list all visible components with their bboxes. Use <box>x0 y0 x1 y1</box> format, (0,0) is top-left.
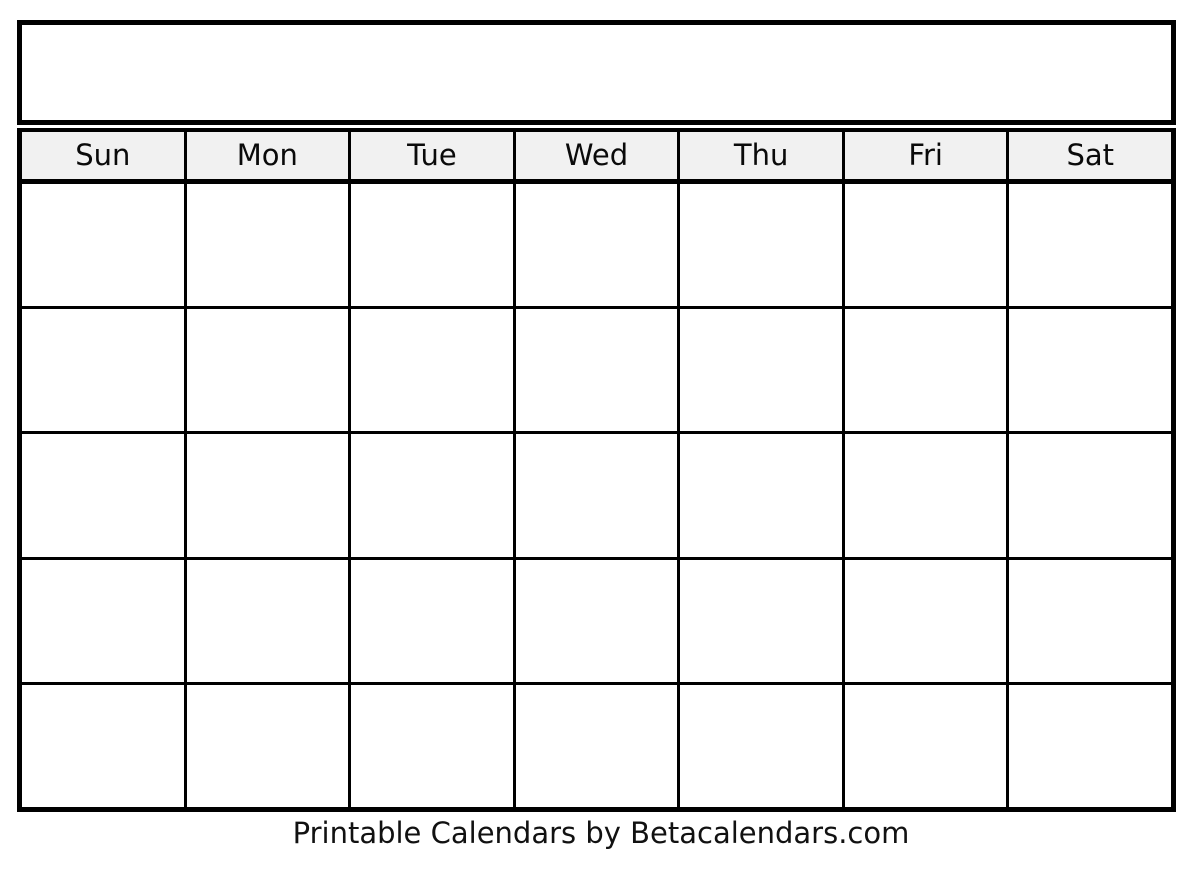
weekday-header-mon: Mon <box>186 132 352 179</box>
day-cell[interactable] <box>351 559 516 682</box>
day-cell[interactable] <box>1009 684 1172 808</box>
day-cell[interactable] <box>186 684 352 808</box>
day-cell[interactable] <box>680 434 845 557</box>
day-cell[interactable] <box>680 184 845 307</box>
week-row <box>22 684 1172 808</box>
day-cell[interactable] <box>844 434 1010 557</box>
day-cell[interactable] <box>22 184 187 307</box>
weekday-header-fri: Fri <box>844 132 1010 179</box>
day-cell[interactable] <box>351 309 516 432</box>
day-cell[interactable] <box>351 684 516 808</box>
weekday-header-row: Sun Mon Tue Wed Thu Fri Sat <box>17 128 1176 184</box>
day-cell[interactable] <box>844 684 1010 808</box>
weekday-label: Sat <box>1066 138 1115 172</box>
weekday-label: Thu <box>733 138 789 172</box>
weekday-header-sat: Sat <box>1009 132 1172 179</box>
footer: Printable Calendars by Betacalendars.com <box>0 816 1202 850</box>
day-cell[interactable] <box>1009 309 1172 432</box>
day-cell[interactable] <box>515 309 681 432</box>
day-cell[interactable] <box>680 684 845 808</box>
weekday-header-sun: Sun <box>22 132 187 179</box>
calendar-title-bar[interactable] <box>17 20 1176 125</box>
day-cell[interactable] <box>351 184 516 307</box>
day-cell[interactable] <box>844 559 1010 682</box>
day-cell[interactable] <box>186 184 352 307</box>
weekday-header-wed: Wed <box>515 132 681 179</box>
footer-credit: Printable Calendars by Betacalendars.com <box>292 816 910 850</box>
day-cell[interactable] <box>1009 434 1172 557</box>
day-cell[interactable] <box>1009 184 1172 307</box>
weekday-label: Fri <box>908 138 943 172</box>
week-row <box>22 184 1172 310</box>
day-cell[interactable] <box>186 559 352 682</box>
day-cell[interactable] <box>515 559 681 682</box>
day-cell[interactable] <box>22 434 187 557</box>
day-cell[interactable] <box>351 434 516 557</box>
calendar-page: Sun Mon Tue Wed Thu Fri Sat Printable Ca… <box>0 0 1202 872</box>
weekday-label: Sun <box>75 138 131 172</box>
week-row <box>22 559 1172 685</box>
day-cell[interactable] <box>844 309 1010 432</box>
day-cell[interactable] <box>186 434 352 557</box>
calendar-container: Sun Mon Tue Wed Thu Fri Sat <box>17 20 1176 812</box>
weekday-header-tue: Tue <box>351 132 516 179</box>
day-cell[interactable] <box>680 309 845 432</box>
weekday-label: Wed <box>564 138 629 172</box>
day-cell[interactable] <box>22 559 187 682</box>
calendar-grid <box>17 184 1176 812</box>
day-cell[interactable] <box>1009 559 1172 682</box>
weekday-label: Tue <box>407 138 457 172</box>
day-cell[interactable] <box>680 559 845 682</box>
day-cell[interactable] <box>844 184 1010 307</box>
day-cell[interactable] <box>186 309 352 432</box>
week-row <box>22 309 1172 435</box>
day-cell[interactable] <box>22 309 187 432</box>
day-cell[interactable] <box>515 434 681 557</box>
week-row <box>22 434 1172 560</box>
day-cell[interactable] <box>515 684 681 808</box>
day-cell[interactable] <box>515 184 681 307</box>
day-cell[interactable] <box>22 684 187 808</box>
weekday-label: Mon <box>236 138 298 172</box>
weekday-header-thu: Thu <box>680 132 845 179</box>
